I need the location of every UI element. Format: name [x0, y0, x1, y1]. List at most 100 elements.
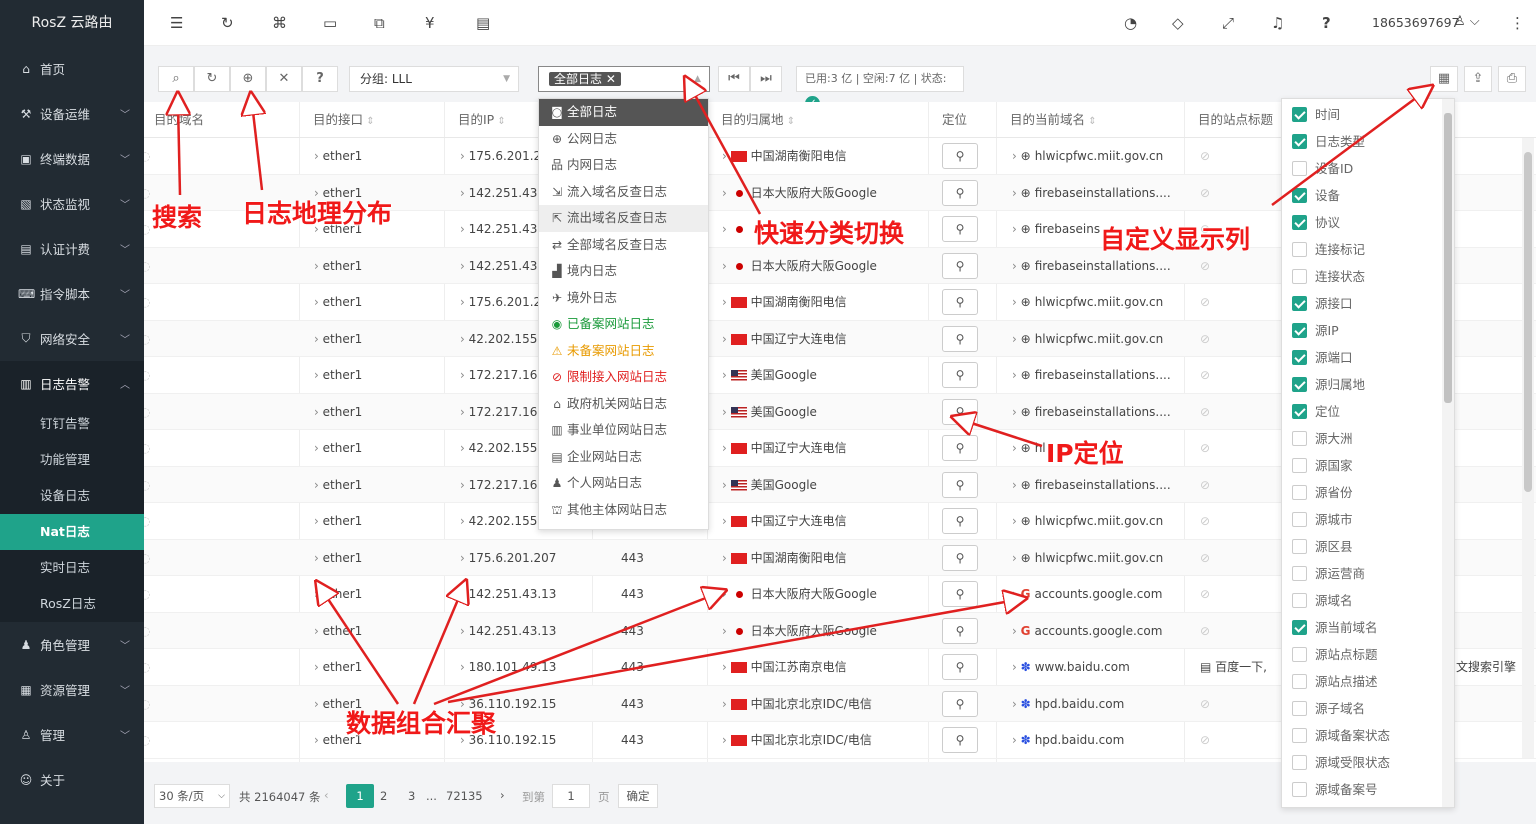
log-type-option[interactable]: ✈ 境外日志	[539, 285, 708, 312]
locate-button[interactable]: ⚲	[942, 143, 978, 169]
log-type-tag[interactable]: 全部日志 ✕	[549, 72, 621, 86]
chevron-right-icon[interactable]: ›	[460, 222, 469, 236]
log-type-option[interactable]: ⊕ 公网日志	[539, 126, 708, 153]
chevron-right-icon[interactable]: ›	[314, 551, 323, 565]
log-type-option[interactable]: ▥ 事业单位网站日志	[539, 417, 708, 444]
chevron-right-icon[interactable]: ›	[460, 551, 469, 565]
user-menu-icon[interactable]: ♙ ⌵	[1454, 14, 1480, 29]
chevron-right-icon[interactable]: ›	[722, 259, 731, 273]
column-option[interactable]: 协议	[1282, 209, 1454, 236]
chevron-right-icon[interactable]: ›	[1012, 660, 1021, 674]
chevron-right-icon[interactable]: ›	[314, 149, 323, 163]
column-option[interactable]: 源站点标题	[1282, 641, 1454, 668]
user-name[interactable]: 18653697697	[1372, 15, 1459, 30]
clear-button[interactable]: ✕	[266, 66, 302, 92]
iface-cell[interactable]: › ether1	[314, 284, 362, 320]
locate-button[interactable]: ⚲	[942, 727, 978, 753]
tag-icon[interactable]: ◇	[1172, 14, 1184, 32]
ip-cell[interactable]: › 42.202.155.	[460, 503, 541, 539]
ip-cell[interactable]: › 142.251.43.13	[460, 613, 556, 649]
chevron-right-icon[interactable]: ›	[460, 660, 469, 674]
panel-scroll-thumb[interactable]	[1444, 113, 1452, 403]
checkbox[interactable]	[1292, 620, 1307, 635]
page-number[interactable]: 1	[346, 784, 374, 808]
sidebar-item-items-2[interactable]: ▣ 终端数据 ﹀	[0, 136, 144, 181]
domain-cell[interactable]: › ⊕ hlwicpfwc.miit.gov.cn	[1012, 540, 1163, 576]
print-button[interactable]: ⎙	[1498, 66, 1526, 92]
checkbox[interactable]	[1292, 188, 1307, 203]
column-option[interactable]: 设备	[1282, 182, 1454, 209]
chevron-right-icon[interactable]: ›	[1012, 441, 1021, 455]
ip-cell[interactable]: › 142.251.43.	[460, 175, 541, 211]
sidebar-subitem-0[interactable]: 钉钉告警	[0, 406, 144, 442]
location-cell[interactable]: › 日本大阪府大阪Google	[722, 175, 877, 211]
locate-button[interactable]: ⚲	[942, 398, 978, 425]
domain-cell[interactable]: › Gaccounts.google.com	[1012, 576, 1162, 612]
locate-button[interactable]: ⚲	[942, 289, 978, 315]
finance-icon[interactable]: ¥	[425, 14, 435, 32]
checkbox[interactable]	[1292, 107, 1307, 122]
page-size-select[interactable]: 30 条/页 ⌵	[154, 784, 230, 808]
ip-cell[interactable]: › 42.202.155.	[460, 430, 541, 466]
log-type-option[interactable]: ⊘ 限制接入网站日志	[539, 364, 708, 391]
location-cell[interactable]: › 美国Google	[722, 394, 817, 430]
checkbox[interactable]	[1292, 458, 1307, 473]
chevron-right-icon[interactable]: ›	[1012, 624, 1021, 638]
column-option[interactable]: 源国家	[1282, 452, 1454, 479]
sidebar-subitem-4[interactable]: 实时日志	[0, 550, 144, 586]
log-type-option[interactable]: ◙ 全部日志	[539, 99, 708, 126]
domain-cell[interactable]: › ✽ hpd.baidu.com	[1012, 686, 1124, 722]
checkbox[interactable]	[1292, 755, 1307, 770]
dashboard-icon[interactable]: ◔	[1124, 14, 1137, 32]
sidebar-item-bottom-0[interactable]: ♟ 角色管理 ﹀	[0, 622, 144, 667]
chevron-right-icon[interactable]: ›	[460, 624, 469, 638]
page-number[interactable]: 3	[408, 784, 415, 808]
chevron-right-icon[interactable]: ›	[1012, 295, 1021, 309]
chevron-right-icon[interactable]: ›	[1012, 149, 1021, 163]
chevron-right-icon[interactable]: ›	[1012, 697, 1021, 711]
ip-cell[interactable]: › 172.217.16	[460, 357, 537, 393]
column-option[interactable]: 源当前域名	[1282, 614, 1454, 641]
checkbox[interactable]	[1292, 404, 1307, 419]
iface-cell[interactable]: › ether1	[314, 576, 362, 612]
column-option[interactable]: 源域备案状态	[1282, 722, 1454, 749]
checkbox[interactable]	[1292, 674, 1307, 689]
sidebar-item-items-7[interactable]: ▥ 日志告警 ︿	[0, 361, 144, 406]
sidebar-item-items-3[interactable]: ▧ 状态监视 ﹀	[0, 181, 144, 226]
locate-button[interactable]: ⚲	[942, 654, 978, 680]
domain-cell[interactable]: › ⊕ hlwicpfwc.miit.gov.cn	[1012, 321, 1163, 357]
chevron-right-icon[interactable]: ›	[1012, 332, 1021, 346]
iface-cell[interactable]: › ether1	[314, 430, 362, 466]
column-option[interactable]: 源区县	[1282, 533, 1454, 560]
chevron-right-icon[interactable]: ›	[722, 514, 731, 528]
chevron-right-icon[interactable]: ›	[460, 149, 469, 163]
column-header[interactable]: 目的接口 ⇕	[313, 102, 444, 138]
column-option[interactable]: 连接状态	[1282, 263, 1454, 290]
sort-icon[interactable]: ⇕	[1085, 116, 1096, 127]
column-header[interactable]: 目的域名 ⇕	[144, 102, 204, 138]
iface-cell[interactable]: › ether1	[314, 503, 362, 539]
chevron-right-icon[interactable]: ›	[1012, 587, 1021, 601]
iface-cell[interactable]: › ether1	[314, 540, 362, 576]
domain-cell[interactable]: › ⊕ firebaseinstallations....	[1012, 467, 1171, 503]
checkbox[interactable]	[1292, 242, 1307, 257]
checkbox[interactable]	[1292, 512, 1307, 527]
chevron-right-icon[interactable]: ›	[460, 514, 469, 528]
chevron-right-icon[interactable]: ›	[314, 332, 323, 346]
location-cell[interactable]: › 中国辽宁大连电信	[722, 503, 847, 539]
ip-cell[interactable]: › 172.217.16	[460, 394, 537, 430]
log-type-option[interactable]: ⛫ 其他主体网站日志	[539, 497, 708, 524]
ip-cell[interactable]: › 142.251.43.	[460, 211, 541, 247]
locate-button[interactable]: ⚲	[942, 216, 978, 242]
checkbox[interactable]	[1292, 485, 1307, 500]
chat-icon[interactable]: ▭	[323, 14, 337, 32]
page-number[interactable]: 2	[380, 784, 387, 808]
chevron-right-icon[interactable]: ›	[1012, 405, 1021, 419]
sidebar-item-items-1[interactable]: ⚒ 设备运维 ﹀	[0, 91, 144, 136]
locate-button[interactable]: ⚲	[942, 471, 978, 498]
chevron-right-icon[interactable]: ›	[314, 514, 323, 528]
iface-cell[interactable]: › ether1	[314, 321, 362, 357]
bell-icon[interactable]: ♫	[1271, 14, 1284, 32]
chevron-right-icon[interactable]: ›	[314, 441, 323, 455]
chevron-right-icon[interactable]: ›	[722, 332, 731, 346]
